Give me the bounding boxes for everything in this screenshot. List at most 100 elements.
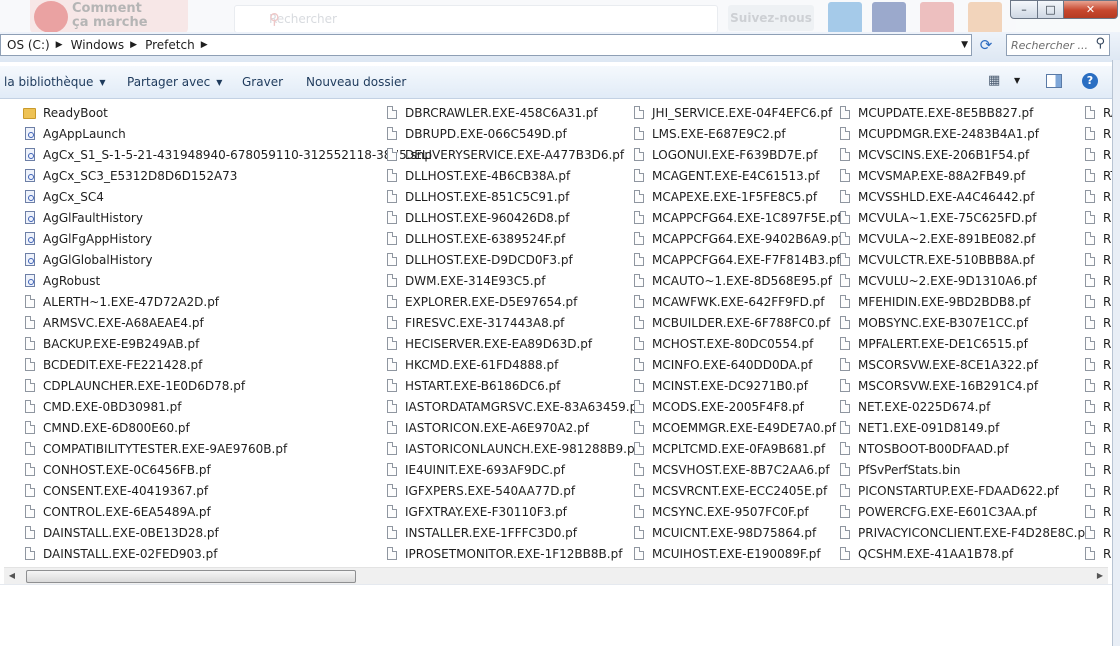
file-item[interactable]: MCUPDATE.EXE-8E5BB827.pf	[840, 103, 1089, 124]
breadcrumb-drive[interactable]: OS (C:)	[1, 35, 54, 55]
file-item[interactable]: MCVULCTR.EXE-510BBB8A.pf	[840, 250, 1089, 271]
file-item[interactable]: RU	[1085, 313, 1112, 334]
file-item[interactable]: AgCx_SC4	[25, 187, 432, 208]
file-item[interactable]: CMD.EXE-0BD30981.pf	[25, 397, 432, 418]
chevron-right-icon[interactable]: ▶	[199, 35, 210, 55]
help-icon[interactable]: ?	[1082, 73, 1098, 89]
refresh-icon[interactable]: ⟳	[974, 34, 998, 56]
file-item[interactable]: INSTALLER.EXE-1FFFC3D0.pf	[387, 523, 641, 544]
file-item[interactable]: CDPLAUNCHER.EXE-1E0D6D78.pf	[25, 376, 432, 397]
new-folder-button[interactable]: Nouveau dossier	[306, 74, 406, 90]
file-item[interactable]: MCVULA~1.EXE-75C625FD.pf	[840, 208, 1089, 229]
search-field[interactable]: ⚲	[1006, 34, 1110, 56]
file-item[interactable]: RU	[1085, 523, 1112, 544]
file-item[interactable]: IASTORICON.EXE-A6E970A2.pf	[387, 418, 641, 439]
file-item[interactable]: RU	[1085, 502, 1112, 523]
file-item[interactable]: MCPLTCMD.EXE-0FA9B681.pf	[634, 439, 843, 460]
chevron-right-icon[interactable]: ▶	[128, 35, 139, 55]
file-item[interactable]: DELIVERYSERVICE.EXE-A477B3D6.pf	[387, 145, 641, 166]
address-bar[interactable]: OS (C:) ▶ Windows ▶ Prefetch ▶ ▼	[0, 34, 972, 56]
file-item[interactable]: IE4UINIT.EXE-693AF9DC.pf	[387, 460, 641, 481]
file-item[interactable]: AgGlFgAppHistory	[25, 229, 432, 250]
file-item[interactable]: MCUICNT.EXE-98D75864.pf	[634, 523, 843, 544]
file-item[interactable]: MCVULA~2.EXE-891BE082.pf	[840, 229, 1089, 250]
burn-button[interactable]: Graver	[242, 74, 283, 90]
file-item[interactable]: RU	[1085, 355, 1112, 376]
file-item[interactable]: RU	[1085, 187, 1112, 208]
file-item[interactable]: IASTORICONLAUNCH.EXE-981288B9.pf	[387, 439, 641, 460]
file-item[interactable]: IGFXTRAY.EXE-F30110F3.pf	[387, 502, 641, 523]
scroll-thumb[interactable]	[26, 570, 356, 583]
file-item[interactable]: COMPATIBILITYTESTER.EXE-9AE9760B.pf	[25, 439, 432, 460]
file-item[interactable]: IGFXPERS.EXE-540AA77D.pf	[387, 481, 641, 502]
file-item[interactable]: MFEHIDIN.EXE-9BD2BDB8.pf	[840, 292, 1089, 313]
file-item[interactable]: PRIVACYICONCLIENT.EXE-F4D28E8C.pf	[840, 523, 1089, 544]
file-item[interactable]: HKCMD.EXE-61FD4888.pf	[387, 355, 641, 376]
file-item[interactable]: RU	[1085, 544, 1112, 565]
file-item[interactable]: DBRCRAWLER.EXE-458C6A31.pf	[387, 103, 641, 124]
file-item[interactable]: MCAUTO~1.EXE-8D568E95.pf	[634, 271, 843, 292]
file-item[interactable]: DLLHOST.EXE-6389524F.pf	[387, 229, 641, 250]
file-item[interactable]: MCAPPCFG64.EXE-1C897F5E.pf	[634, 208, 843, 229]
file-item[interactable]: RU	[1085, 208, 1112, 229]
file-item[interactable]: MCBUILDER.EXE-6F788FC0.pf	[634, 313, 843, 334]
file-item[interactable]: AgAppLaunch	[25, 124, 432, 145]
file-item[interactable]: RU	[1085, 271, 1112, 292]
file-item[interactable]: AgCx_S1_S-1-5-21-431948940-678059110-312…	[25, 145, 432, 166]
file-item[interactable]: MCUIHOST.EXE-E190089F.pf	[634, 544, 843, 565]
file-item[interactable]: HECISERVER.EXE-EA89D63D.pf	[387, 334, 641, 355]
file-item[interactable]: RU	[1085, 334, 1112, 355]
file-item[interactable]: PICONSTARTUP.EXE-FDAAD622.pf	[840, 481, 1089, 502]
share-with-button[interactable]: Partager avec ▼	[127, 74, 222, 91]
file-item[interactable]: MCAPPCFG64.EXE-F7F814B3.pf	[634, 250, 843, 271]
file-item[interactable]: DBRUPD.EXE-066C549D.pf	[387, 124, 641, 145]
chevron-down-icon[interactable]: ▼	[961, 35, 968, 55]
file-item[interactable]: RU	[1085, 418, 1112, 439]
horizontal-scrollbar[interactable]: ◀ ▶	[4, 567, 1108, 584]
file-item[interactable]: DLLHOST.EXE-851C5C91.pf	[387, 187, 641, 208]
file-item[interactable]: MCAGENT.EXE-E4C61513.pf	[634, 166, 843, 187]
file-item[interactable]: EXPLORER.EXE-D5E97654.pf	[387, 292, 641, 313]
file-item[interactable]: DLLHOST.EXE-4B6CB38A.pf	[387, 166, 641, 187]
file-item[interactable]: BACKUP.EXE-E9B249AB.pf	[25, 334, 432, 355]
file-item[interactable]: JHI_SERVICE.EXE-04F4EFC6.pf	[634, 103, 843, 124]
file-item[interactable]: RU	[1085, 481, 1112, 502]
file-item[interactable]: MCOEMMGR.EXE-E49DE7A0.pf	[634, 418, 843, 439]
file-item[interactable]: MCVSMAP.EXE-88A2FB49.pf	[840, 166, 1089, 187]
file-item[interactable]: QCSHM.EXE-41AA1B78.pf	[840, 544, 1089, 565]
scroll-right-arrow-icon[interactable]: ▶	[1092, 568, 1108, 584]
file-item[interactable]: BCDEDIT.EXE-FE221428.pf	[25, 355, 432, 376]
file-item[interactable]: RU	[1085, 397, 1112, 418]
file-item[interactable]: RE	[1085, 145, 1112, 166]
file-item[interactable]: POWERCFG.EXE-E601C3AA.pf	[840, 502, 1089, 523]
maximize-button[interactable]: □	[1037, 0, 1064, 19]
file-item[interactable]: MPFALERT.EXE-DE1C6515.pf	[840, 334, 1089, 355]
file-item[interactable]: LOGONUI.EXE-F639BD7E.pf	[634, 145, 843, 166]
file-item[interactable]: LMS.EXE-E687E9C2.pf	[634, 124, 843, 145]
search-icon[interactable]: ⚲	[1095, 36, 1105, 51]
file-item[interactable]: MCVSSHLD.EXE-A4C46442.pf	[840, 187, 1089, 208]
file-item[interactable]: AgCx_SC3_E5312D8D6D152A73	[25, 166, 432, 187]
file-item[interactable]: MCINST.EXE-DC9271B0.pf	[634, 376, 843, 397]
view-options-icon[interactable]: ▦	[988, 73, 1006, 89]
file-item[interactable]: MCSVRCNT.EXE-ECC2405E.pf	[634, 481, 843, 502]
file-item[interactable]: NET1.EXE-091D8149.pf	[840, 418, 1089, 439]
file-item[interactable]: ALERTH~1.EXE-47D72A2D.pf	[25, 292, 432, 313]
file-item[interactable]: CONHOST.EXE-0C6456FB.pf	[25, 460, 432, 481]
close-button[interactable]: ✕	[1063, 0, 1118, 19]
file-item[interactable]: DAINSTALL.EXE-02FED903.pf	[25, 544, 432, 565]
file-item[interactable]: RU	[1085, 460, 1112, 481]
file-item[interactable]: MSCORSVW.EXE-8CE1A322.pf	[840, 355, 1089, 376]
file-item[interactable]: DLLHOST.EXE-960426D8.pf	[387, 208, 641, 229]
file-item[interactable]: MCSVHOST.EXE-8B7C2AA6.pf	[634, 460, 843, 481]
file-item[interactable]: MSCORSVW.EXE-16B291C4.pf	[840, 376, 1089, 397]
file-item[interactable]: MCAWFWK.EXE-642FF9FD.pf	[634, 292, 843, 313]
file-item[interactable]: RU	[1085, 229, 1112, 250]
file-item[interactable]: CONTROL.EXE-6EA5489A.pf	[25, 502, 432, 523]
file-item[interactable]: IPROSETMONITOR.EXE-1F12BB8B.pf	[387, 544, 641, 565]
chevron-down-icon[interactable]: ▼	[1014, 76, 1020, 85]
include-in-library-button[interactable]: la bibliothèque ▼	[4, 74, 106, 91]
file-item[interactable]: AgRobust	[25, 271, 432, 292]
file-item[interactable]: NET.EXE-0225D674.pf	[840, 397, 1089, 418]
folder-item[interactable]: ReadyBoot	[23, 103, 432, 124]
